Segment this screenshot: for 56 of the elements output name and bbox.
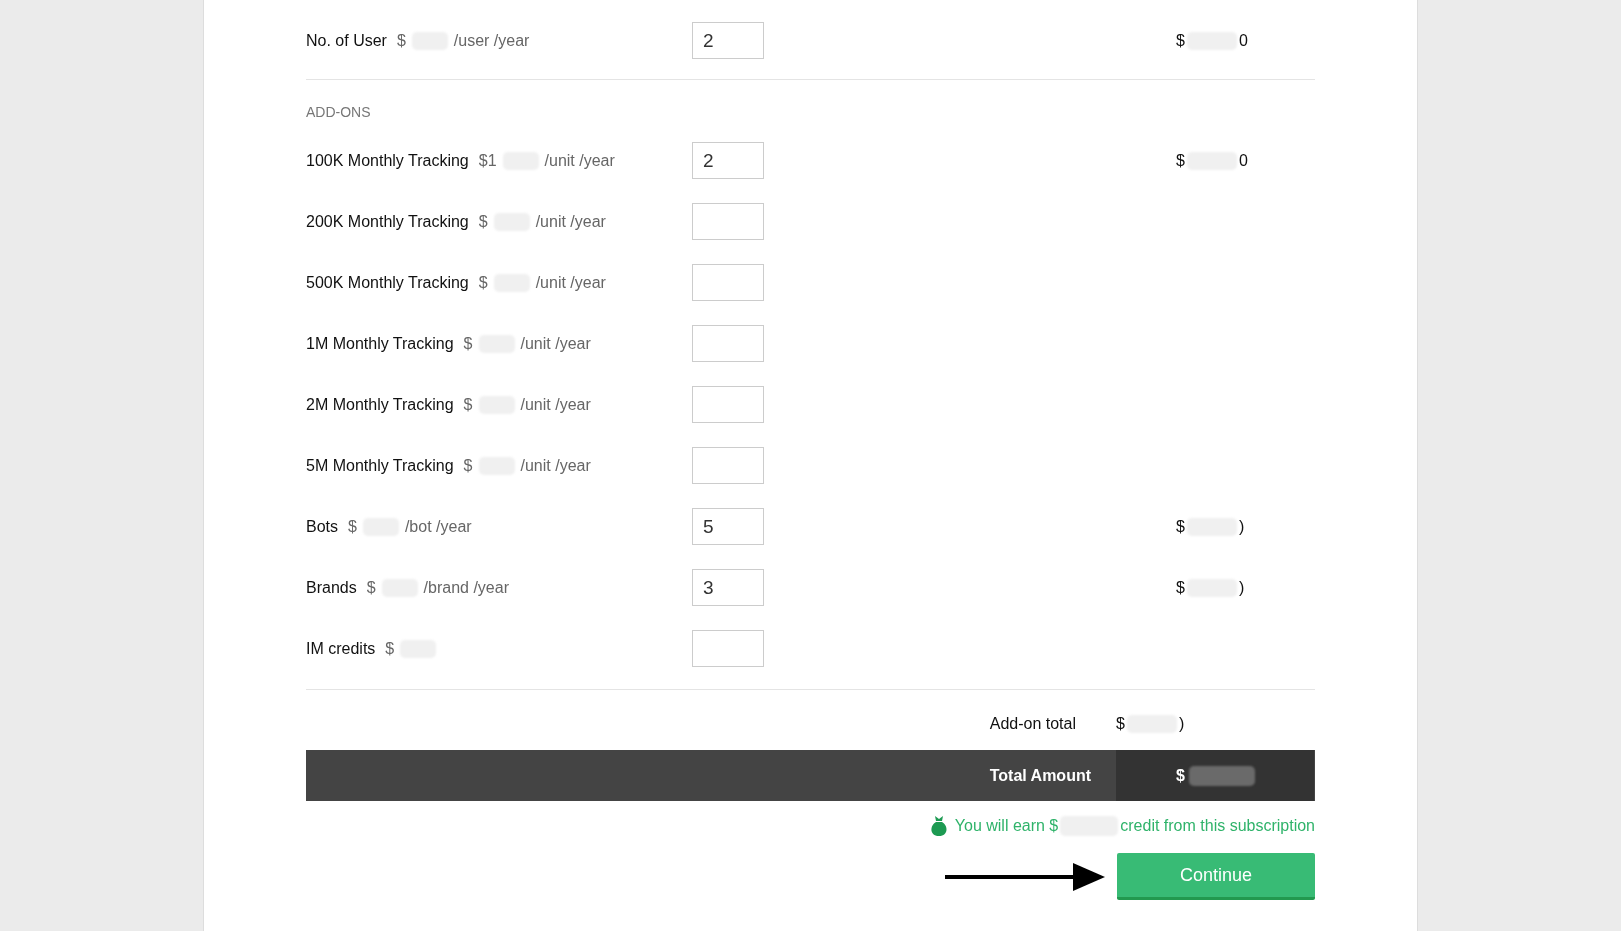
- credit-text: You will earn $: [954, 817, 1059, 835]
- amount-prefix: $: [1176, 31, 1185, 50]
- item-label: 500K Monthly Tracking: [306, 273, 469, 292]
- price-prefix: $: [385, 639, 395, 658]
- price-prefix: $1: [478, 151, 497, 170]
- quantity-field[interactable]: [692, 203, 764, 240]
- quantity-field[interactable]: [692, 386, 764, 423]
- quantity-field[interactable]: [692, 447, 764, 484]
- addon-total-label: Add-on total: [989, 715, 1076, 733]
- price-unit: /unit /year: [544, 151, 615, 170]
- credit-text: credit from this subscription: [1120, 817, 1315, 835]
- item-label: 2M Monthly Tracking: [306, 395, 454, 414]
- amount-prefix: $: [1176, 578, 1185, 597]
- amount-prefix: $: [1116, 715, 1125, 733]
- quantity-field[interactable]: [692, 325, 764, 362]
- price-unit: /unit /year: [520, 456, 591, 475]
- amount-prefix: $: [1176, 517, 1185, 536]
- price-prefix: $: [463, 334, 473, 353]
- price-unit: /bot /year: [404, 517, 472, 536]
- section-title: ADD-ONS: [306, 104, 372, 120]
- price-prefix: $: [366, 578, 376, 597]
- amount-suffix: 0: [1238, 151, 1248, 170]
- price-unit: /unit /year: [520, 334, 591, 353]
- item-label: 1M Monthly Tracking: [306, 334, 454, 353]
- item-label: No. of User: [306, 31, 387, 50]
- price-unit: /user /year: [453, 31, 530, 50]
- item-label: Bots: [306, 517, 338, 536]
- price-unit: /unit /year: [535, 212, 606, 231]
- price-unit: /brand /year: [423, 578, 509, 597]
- price-prefix: $: [478, 212, 488, 231]
- price-prefix: $: [396, 31, 406, 50]
- item-label: Brands: [306, 578, 357, 597]
- quantity-field[interactable]: 5: [692, 508, 764, 545]
- quantity-field[interactable]: 2: [692, 22, 764, 59]
- amount-suffix: ): [1238, 578, 1245, 597]
- amount-suffix: ): [1238, 517, 1245, 536]
- quantity-field[interactable]: 2: [692, 142, 764, 179]
- price-unit: /unit /year: [520, 395, 591, 414]
- redaction-mark: [1188, 765, 1255, 786]
- amount-prefix: $: [1176, 766, 1185, 785]
- item-label: IM credits: [306, 639, 376, 658]
- item-label: 200K Monthly Tracking: [306, 212, 469, 231]
- item-label: 100K Monthly Tracking: [306, 151, 469, 170]
- total-label: Total Amount: [989, 766, 1091, 785]
- price-unit: /unit /year: [535, 273, 606, 292]
- amount-prefix: $: [1176, 151, 1185, 170]
- item-label: 5M Monthly Tracking: [306, 456, 454, 475]
- price-prefix: $: [348, 517, 357, 536]
- quantity-field[interactable]: 3: [692, 569, 764, 606]
- quantity-field[interactable]: [692, 264, 764, 301]
- price-prefix: $: [478, 273, 488, 292]
- price-prefix: $: [463, 395, 473, 414]
- quantity-field[interactable]: [692, 630, 764, 667]
- amount-suffix: ): [1178, 715, 1185, 733]
- amount-suffix: 0: [1238, 31, 1248, 50]
- price-prefix: $: [463, 456, 473, 475]
